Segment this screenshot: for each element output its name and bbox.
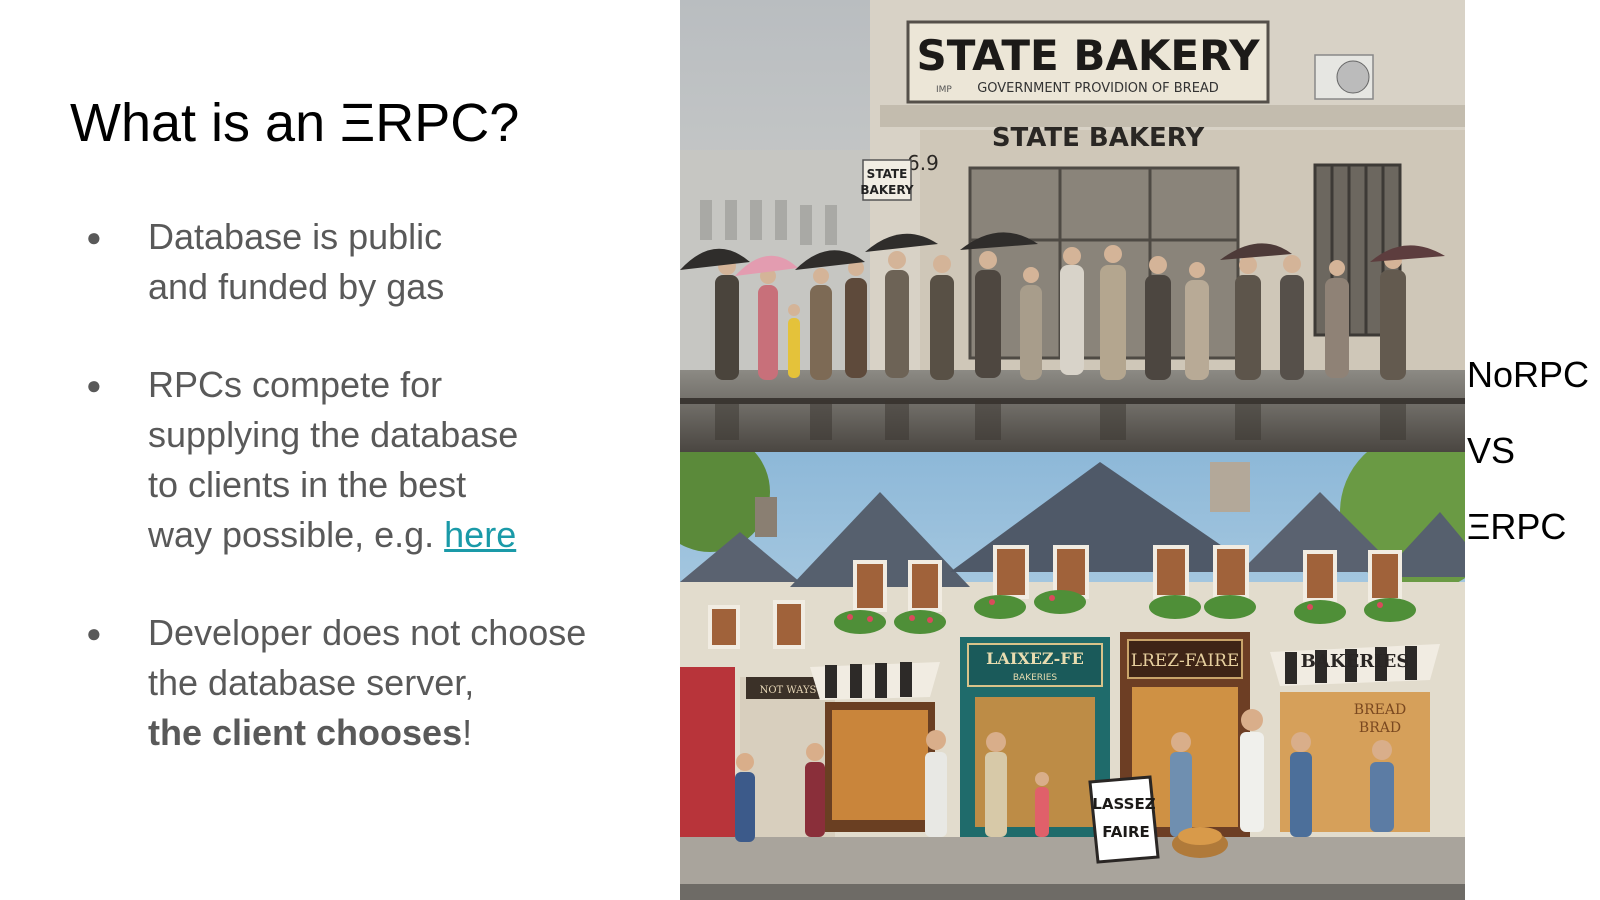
bakeries-awning-sign: BAKERIES (1301, 651, 1410, 672)
bullet-list: ● Database is public and funded by gas ●… (86, 212, 646, 806)
teal-shop-sign-line2: BAKERIES (1013, 673, 1058, 683)
state-bakery-illustration: STATE BAKERY IMP GOVERNMENT PROVIDION OF… (680, 0, 1465, 452)
bullet-text: Database is public and funded by gas (148, 212, 646, 312)
bullet-line: RPCs compete for (148, 364, 443, 405)
slide-title: What is an ΞRPC? (70, 93, 520, 153)
sandwich-board-line2: FAIRE (1102, 823, 1150, 841)
bullet-text: Developer does not choose the database s… (148, 608, 646, 758)
state-bakery-image: STATE BAKERY IMP GOVERNMENT PROVIDION OF… (680, 0, 1465, 452)
bullet-dot: ● (86, 222, 102, 252)
bullet-item: ● RPCs compete for supplying the databas… (86, 360, 646, 560)
side-label-erpc: ΞRPC (1467, 506, 1567, 547)
here-link[interactable]: here (444, 514, 516, 555)
bullet-item: ● Database is public and funded by gas (86, 212, 646, 312)
bullet-line: and funded by gas (148, 266, 445, 307)
bullet-line-prefix: way possible, e.g. (148, 514, 445, 555)
sign-sub-text: GOVERNMENT PROVIDION OF BREAD (977, 81, 1219, 96)
brown-shop-sign: LREZ-FAIRE (1131, 651, 1240, 671)
laissez-faire-bakeries-image: NOT WAYS LAIXEZ-FE BAKERIES LREZ-FAIRE B… (680, 452, 1465, 900)
side-label-vs: VS (1467, 430, 1516, 471)
building-number: 6.9 (907, 151, 939, 175)
facade-sign-text: STATE BAKERY (992, 123, 1206, 153)
bullet-text: RPCs compete for supplying the database … (148, 360, 646, 560)
bullet-line: the database server, (148, 662, 475, 703)
window-text-bread: BREAD (1354, 702, 1406, 718)
bullet-line: to clients in the best (148, 464, 467, 505)
sandwich-board-line1: LASSEZ (1092, 795, 1155, 813)
laissez-faire-illustration: NOT WAYS LAIXEZ-FE BAKERIES LREZ-FAIRE B… (680, 452, 1465, 900)
teal-shop-sign-line1: LAIXEZ-FE (986, 649, 1084, 668)
side-label-norpc: NoRPC (1467, 354, 1590, 395)
small-shop-sign: NOT WAYS (760, 685, 817, 696)
bullet-line: supplying the database (148, 414, 519, 455)
bold-emphasis: the client chooses (148, 712, 463, 753)
bullet-dot: ● (86, 370, 102, 400)
bullet-line: the client chooses! (148, 708, 646, 758)
bullet-line: way possible, e.g. here (148, 510, 646, 560)
small-sign-line2: BAKERY (860, 183, 914, 197)
bullet-item: ● Developer does not choose the database… (86, 608, 646, 758)
slide: What is an ΞRPC? ● Database is public an… (0, 0, 1600, 900)
bullet-dot: ● (86, 618, 102, 648)
bullet-line: Database is public (148, 216, 443, 257)
bullet-line: Developer does not choose (148, 612, 587, 653)
sign-sub-prefix: IMP (936, 85, 952, 95)
small-sign-line1: STATE (867, 167, 908, 181)
bullet-suffix: ! (462, 712, 473, 753)
window-text-brad: BRAD (1359, 720, 1401, 736)
sign-main-text: STATE BAKERY (916, 31, 1260, 80)
